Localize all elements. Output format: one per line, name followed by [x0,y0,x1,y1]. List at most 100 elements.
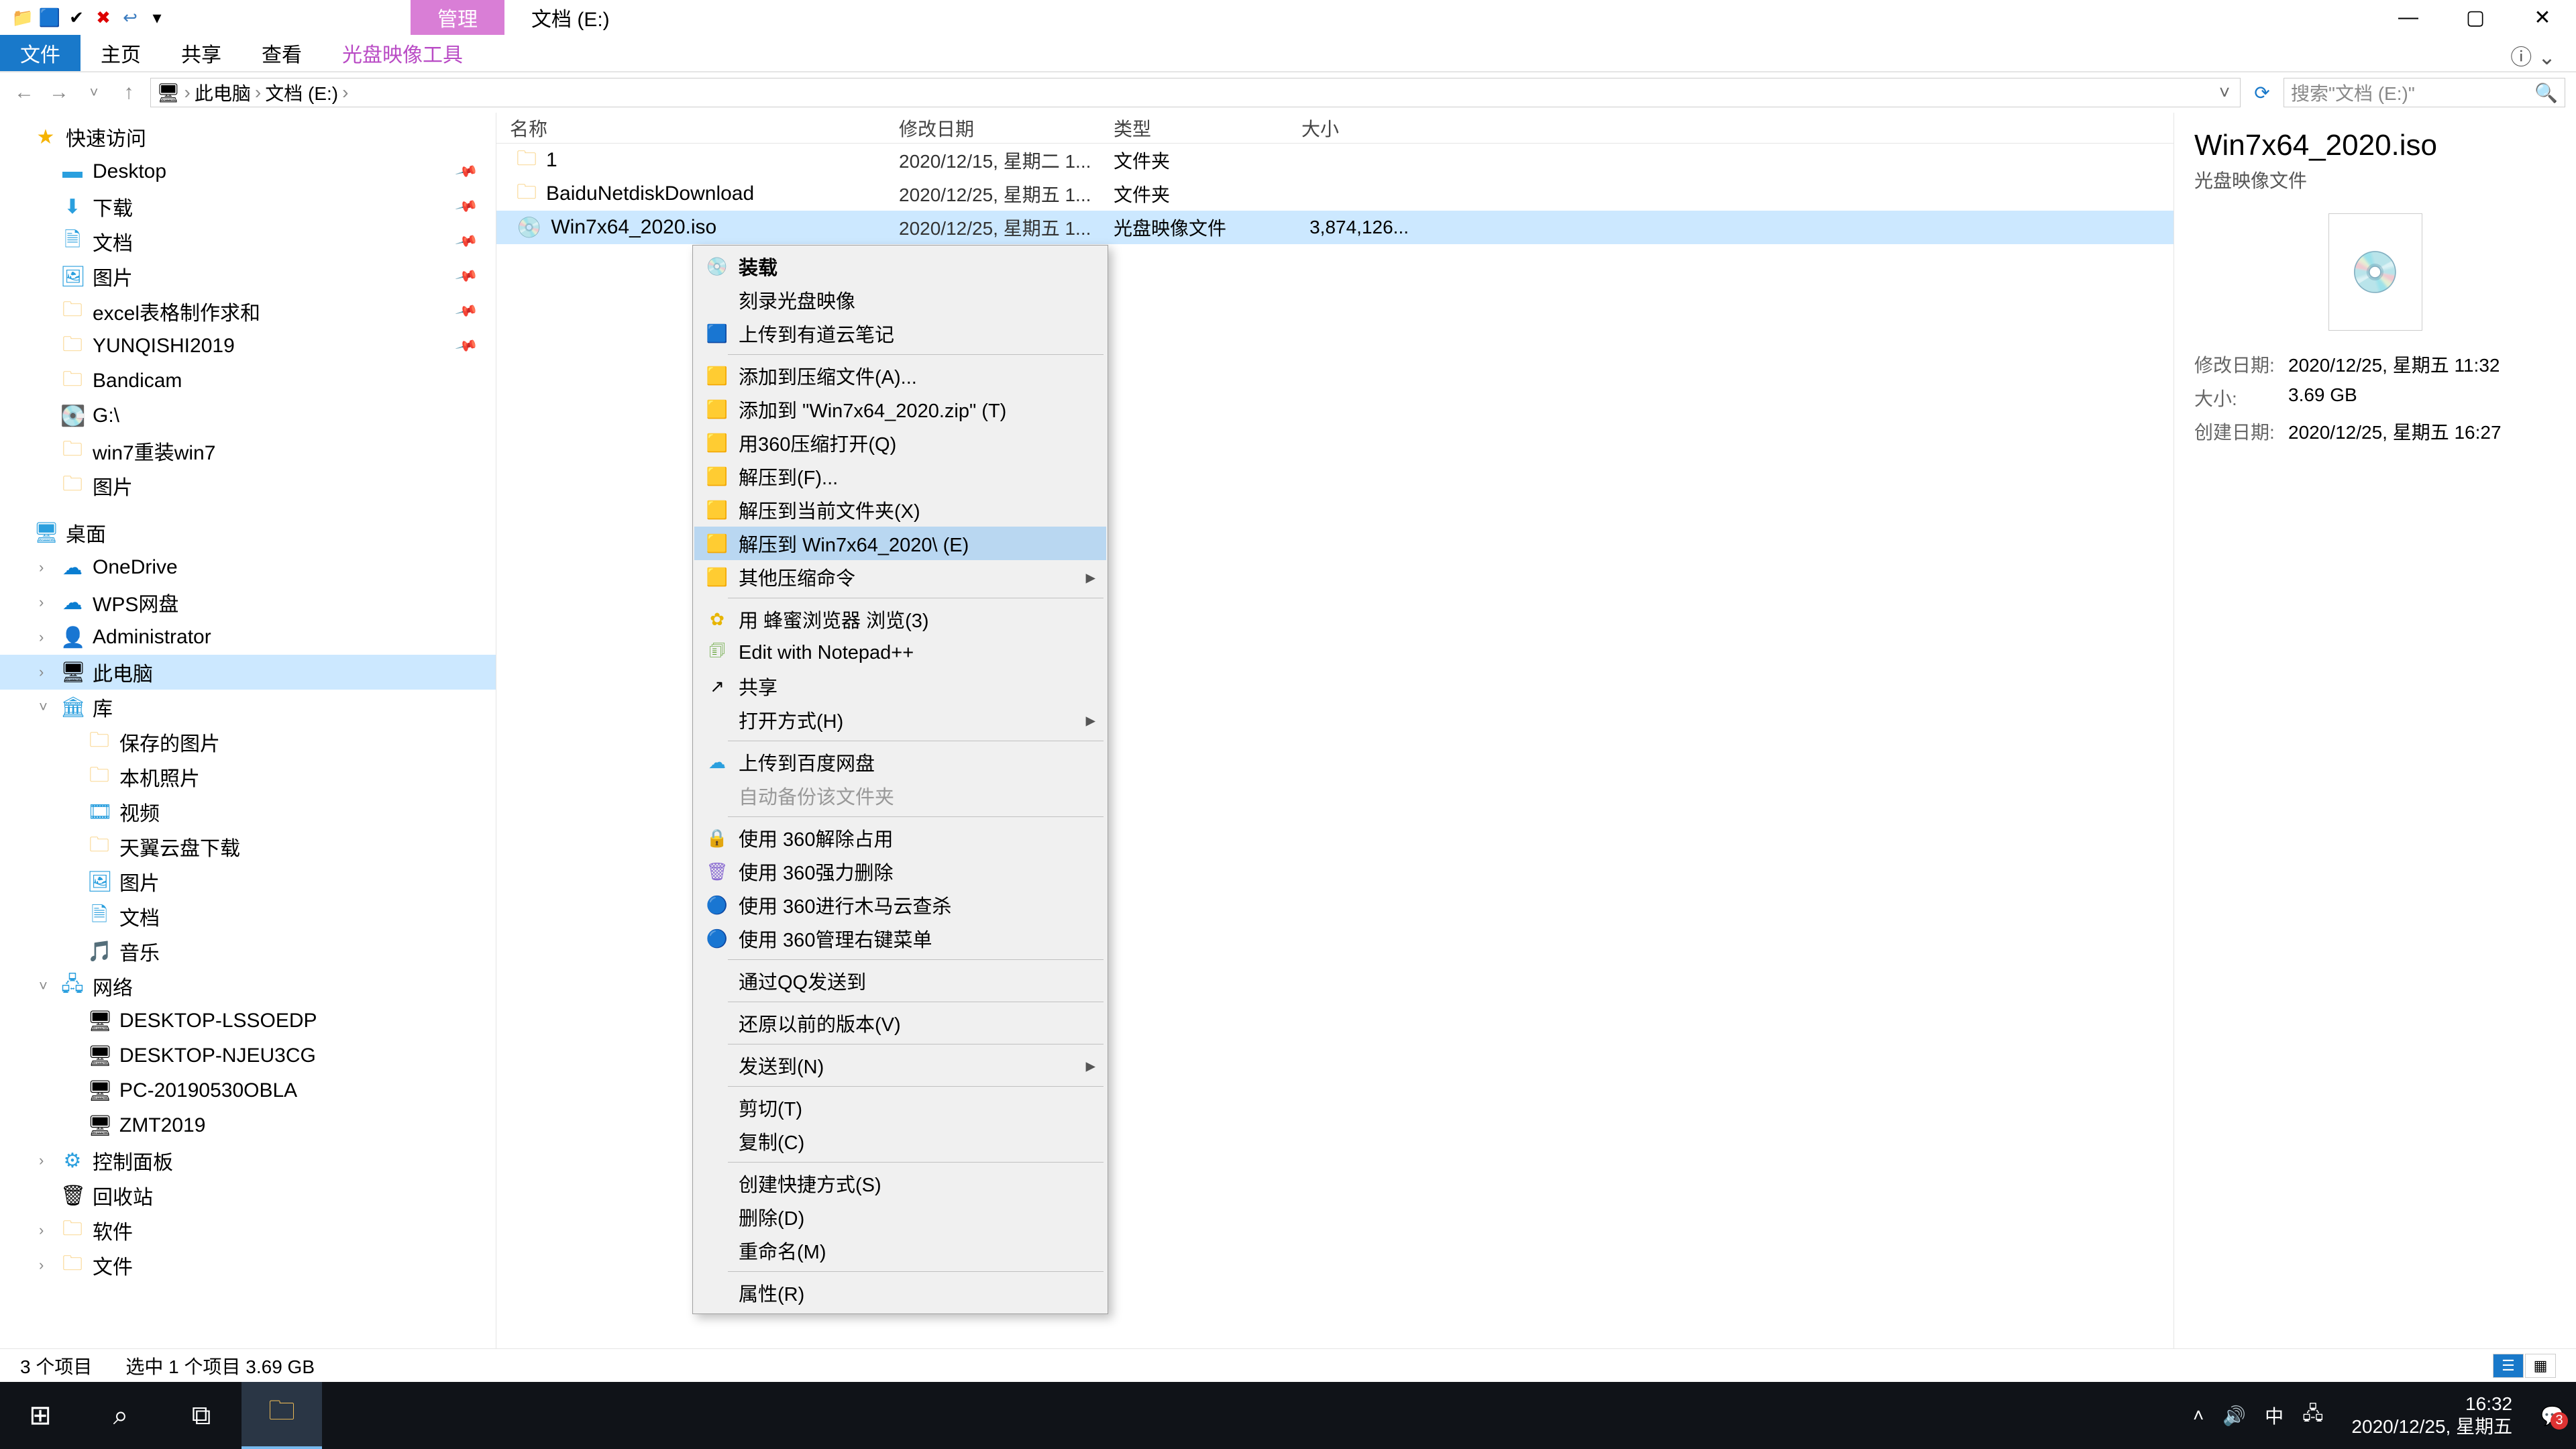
explorer-taskbar-button[interactable]: 🗀 [241,1382,322,1449]
ctx-youdao[interactable]: 🟦上传到有道云笔记 [694,317,1106,350]
tree-tianyi[interactable]: 🗀天翼云盘下载 [0,829,496,864]
ctx-copy[interactable]: 复制(C) [694,1124,1106,1158]
table-row[interactable]: 🗀BaiduNetdiskDownload 2020/12/25, 星期五 1.… [496,177,2174,211]
tab-file[interactable]: 文件 [0,35,80,71]
back-button[interactable]: ← [11,81,38,104]
tree-control-panel[interactable]: ›⚙控制面板 [0,1143,496,1178]
tree-g-drive[interactable]: 💽G:\ [0,398,496,433]
tab-home[interactable]: 主页 [80,35,161,71]
ctx-restore[interactable]: 还原以前的版本(V) [694,1006,1106,1040]
maximize-button[interactable]: ▢ [2442,0,2509,35]
chevron-right-icon[interactable]: › [39,559,44,576]
close-button[interactable]: ✕ [2509,0,2576,35]
col-size[interactable]: 大小 [1288,115,1422,142]
tree-net-pc2[interactable]: 🖥DESKTOP-NJEU3CG [0,1038,496,1073]
ctx-mount[interactable]: 💿装载 [694,250,1106,283]
ctx-open-360[interactable]: 🟨用360压缩打开(Q) [694,426,1106,460]
task-view-button[interactable]: ⧉ [161,1382,241,1449]
chevron-right-icon[interactable]: › [39,1256,44,1274]
ctx-add-archive[interactable]: 🟨添加到压缩文件(A)... [694,359,1106,392]
ctx-360-scan[interactable]: 🔵使用 360进行木马云查杀 [694,888,1106,922]
tab-iso-tools[interactable]: 光盘映像工具 [322,35,483,71]
ctx-open-with[interactable]: 打开方式(H)▸ [694,703,1106,737]
tree-admin[interactable]: ›👤Administrator [0,620,496,655]
tree-wps[interactable]: ›☁WPS网盘 [0,585,496,620]
col-name[interactable]: 名称 [496,115,885,142]
ctx-extract-to[interactable]: 🟨解压到(F)... [694,460,1106,493]
ctx-360-unlock[interactable]: 🔒使用 360解除占用 [694,821,1106,855]
minimize-button[interactable]: — [2375,0,2442,35]
breadcrumb-drive[interactable]: 文档 (E:) [265,79,338,106]
qat-dropdown-icon[interactable]: ▾ [145,8,169,27]
table-row[interactable]: 🗀1 2020/12/15, 星期二 1... 文件夹 [496,144,2174,177]
ctx-fengmi[interactable]: ✿用 蜂蜜浏览器 浏览(3) [694,602,1106,636]
ctx-qq-send[interactable]: 通过QQ发送到 [694,964,1106,998]
tree-saved-pics[interactable]: 🗀保存的图片 [0,724,496,759]
ime-indicator[interactable]: 中 [2265,1402,2284,1429]
forward-button[interactable]: → [46,81,72,104]
tree-downloads[interactable]: ⬇下载 [0,189,496,224]
tree-pics2[interactable]: 🗀图片 [0,468,496,503]
details-view-button[interactable]: ☰ [2493,1354,2524,1378]
ctx-burn[interactable]: 刻录光盘映像 [694,283,1106,317]
chevron-right-icon[interactable]: › [251,82,265,103]
ctx-other-archive[interactable]: 🟨其他压缩命令▸ [694,560,1106,594]
up-button[interactable]: ↑ [115,81,142,104]
chevron-down-icon[interactable]: ˅ [39,698,48,716]
tree-win7re[interactable]: 🗀win7重装win7 [0,433,496,468]
history-dropdown[interactable]: ˅ [80,84,107,101]
ribbon-expand-icon[interactable]: ⓘ ⌄ [2490,35,2576,71]
properties-icon[interactable]: ✔ [64,8,89,27]
chevron-right-icon[interactable]: › [39,629,44,646]
ctx-add-zip[interactable]: 🟨添加到 "Win7x64_2020.zip" (T) [694,392,1106,426]
tree-quick-access[interactable]: ★快速访问 [0,119,496,154]
ctx-send-to[interactable]: 发送到(N)▸ [694,1049,1106,1082]
search-icon[interactable]: 🔍 [2534,82,2558,104]
ctx-extract-here[interactable]: 🟨解压到当前文件夹(X) [694,493,1106,527]
chevron-right-icon[interactable]: › [39,663,44,681]
chevron-right-icon[interactable]: › [180,82,195,103]
tab-share[interactable]: 共享 [161,35,241,71]
tree-yunqishi[interactable]: 🗀YUNQISHI2019 [0,329,496,364]
network-icon[interactable]: 🖧 [2302,1399,2323,1432]
tree-libraries[interactable]: ˅🏛库 [0,690,496,724]
chevron-down-icon[interactable]: ˅ [39,977,48,995]
delete-icon[interactable]: ✖ [91,8,115,27]
tree-docs2[interactable]: 🗎文档 [0,899,496,934]
tree-excel[interactable]: 🗀excel表格制作求和 [0,294,496,329]
table-row-selected[interactable]: 💿Win7x64_2020.iso 2020/12/25, 星期五 1... 光… [496,211,2174,244]
action-center-icon[interactable]: 💬3 [2540,1405,2564,1427]
tree-net-pc4[interactable]: 🖥ZMT2019 [0,1108,496,1143]
breadcrumb-this-pc[interactable]: 此电脑 [195,79,251,106]
tree-pictures[interactable]: 🖼图片 [0,259,496,294]
icons-view-button[interactable]: ▦ [2525,1354,2556,1378]
ctx-shortcut[interactable]: 创建快捷方式(S) [694,1167,1106,1200]
tree-desktop-root[interactable]: 🖥桌面 [0,515,496,550]
ctx-properties[interactable]: 属性(R) [694,1276,1106,1309]
tree-soft[interactable]: ›🗀软件 [0,1213,496,1248]
address-dropdown-icon[interactable]: ˅ [2214,82,2235,103]
ctx-360-menu[interactable]: 🔵使用 360管理右键菜单 [694,922,1106,955]
tree-onedrive[interactable]: ›☁OneDrive [0,550,496,585]
undo-icon[interactable]: ↩ [118,8,142,27]
tree-recycle[interactable]: 🗑回收站 [0,1178,496,1213]
save-icon[interactable]: 🟦 [38,8,62,27]
ctx-delete[interactable]: 删除(D) [694,1200,1106,1234]
chevron-right-icon[interactable]: › [39,594,44,611]
tree-pics3[interactable]: 🖼图片 [0,864,496,899]
tree-files[interactable]: ›🗀文件 [0,1248,496,1283]
ctx-notepad-pp[interactable]: 🗊Edit with Notepad++ [694,636,1106,669]
tree-music[interactable]: 🎵音乐 [0,934,496,969]
tree-desktop[interactable]: ▬Desktop [0,154,496,189]
tree-documents[interactable]: 🗎文档 [0,224,496,259]
ctx-share[interactable]: ↗共享 [694,669,1106,703]
breadcrumb[interactable]: 🖥 › 此电脑 › 文档 (E:) › ˅ [150,78,2241,107]
tree-net-pc1[interactable]: 🖥DESKTOP-LSSOEDP [0,1004,496,1038]
ctx-360-delete[interactable]: 🗑使用 360强力删除 [694,855,1106,888]
search-input[interactable]: 搜索"文档 (E:)" 🔍 [2284,78,2565,107]
ctx-cut[interactable]: 剪切(T) [694,1091,1106,1124]
tree-network[interactable]: ˅🖧网络 [0,969,496,1004]
volume-icon[interactable]: 🔊 [2222,1405,2246,1427]
clock[interactable]: 16:32 2020/12/25, 星期五 [2342,1393,2522,1438]
search-button[interactable]: ⌕ [80,1382,161,1449]
